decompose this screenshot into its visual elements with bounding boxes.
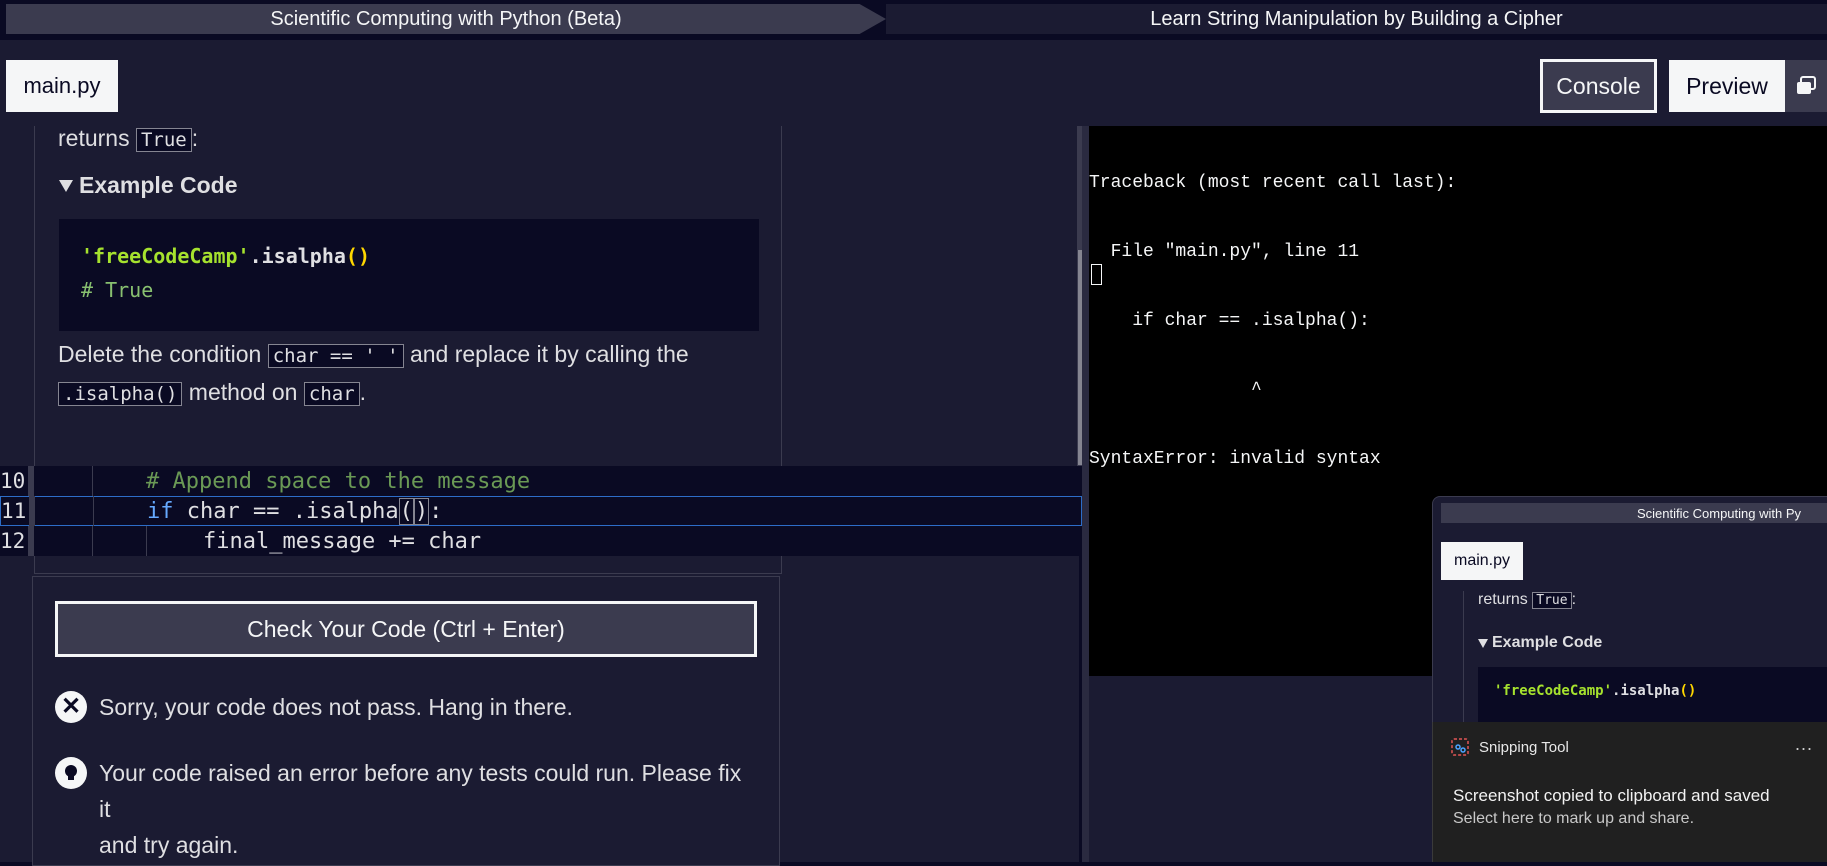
code-line-11[interactable]: 11 if char == .isalpha(): — [0, 496, 1082, 526]
fail-text: Sorry, your code does not pass. Hang in … — [99, 694, 573, 720]
fail-message: ✕ Sorry, your code does not pass. Hang i… — [55, 689, 573, 725]
breadcrumb: Scientific Computing with Python (Beta) … — [0, 0, 1827, 40]
hint-line-2: and try again. — [99, 832, 239, 858]
line-number: 12 — [0, 529, 26, 553]
para-text-1: Delete the condition — [58, 341, 262, 367]
line-gutter — [28, 466, 34, 496]
toast-body: Select here to mark up and share. — [1453, 810, 1695, 827]
thumbnail-code-block: 'freeCodeCamp'.isalpha() — [1478, 667, 1827, 722]
returns-prefix: returns — [58, 126, 130, 151]
toast-app-name: Snipping Tool — [1479, 738, 1569, 756]
hint-message: Your code raised an error before any tes… — [55, 755, 755, 863]
paren-close: ) — [413, 497, 430, 525]
file-tab-main-py[interactable]: main.py — [6, 60, 118, 112]
keyword-if: if — [147, 498, 174, 524]
para-code-char: char — [303, 382, 360, 406]
thumbnail-returns-value: True — [1532, 592, 1572, 609]
indent-guide — [92, 466, 93, 496]
code-editor[interactable]: 10 # Append space to the message 11 if c… — [0, 466, 1082, 556]
indent-guide — [146, 526, 147, 556]
snipping-tool-notification[interactable]: Snipping Tool ... Screenshot copied to c… — [1432, 722, 1827, 862]
example-code-heading: Example Code — [79, 172, 238, 198]
example-code-block: 'freeCodeCamp'.isalpha() # True — [59, 219, 759, 331]
code-line-10[interactable]: 10 # Append space to the message — [0, 466, 1082, 496]
close-circle-icon: ✕ — [55, 691, 87, 723]
code-colon: : — [429, 498, 443, 524]
para-code-isalpha: .isalpha() — [58, 382, 183, 406]
line-number: 11 — [1, 499, 27, 523]
pane-divider[interactable] — [1082, 126, 1089, 862]
example-code-line-1: 'freeCodeCamp'.isalpha() — [81, 239, 737, 273]
example-code-comment: # True — [81, 278, 154, 302]
popout-window-icon[interactable] — [1785, 60, 1827, 112]
console-text: Traceback (most recent call last): File … — [1089, 126, 1456, 517]
thumbnail-code-parens: () — [1679, 683, 1697, 699]
returns-value-code: True — [135, 128, 192, 152]
console-line: ^ — [1089, 380, 1262, 400]
example-code-toggle[interactable]: Example Code — [59, 172, 238, 199]
para-text-4: . — [359, 379, 367, 405]
indent-guide — [92, 526, 93, 556]
returns-suffix: : — [191, 126, 199, 151]
para-text-3: method on — [188, 379, 298, 405]
code-parens: () — [345, 244, 370, 268]
thumbnail-example-label: Example Code — [1492, 634, 1603, 651]
code-statement: final_message += char — [203, 528, 482, 554]
check-code-button[interactable]: Check Your Code (Ctrl + Enter) — [55, 601, 757, 657]
toast-app-header: Snipping Tool — [1451, 738, 1569, 756]
hint-text: Your code raised an error before any tes… — [99, 755, 755, 863]
lightbulb-icon — [55, 757, 87, 789]
preview-button[interactable]: Preview — [1669, 60, 1785, 112]
editor-toolbar: main.py Console Preview — [0, 40, 1827, 126]
breadcrumb-course[interactable]: Scientific Computing with Python (Beta) — [6, 4, 886, 34]
para-code-condition: char == ' ' — [267, 344, 404, 368]
line-number: 10 — [0, 469, 26, 493]
thumbnail-code-method: .isalpha — [1612, 683, 1680, 699]
more-options-icon[interactable]: ... — [1795, 734, 1813, 755]
thumbnail-returns: returns True: — [1478, 591, 1576, 609]
indent-guide — [93, 496, 94, 526]
console-cursor — [1091, 264, 1102, 285]
thumbnail-instructions: returns True: Example Code 'freeCodeCamp… — [1463, 591, 1827, 722]
test-panel: Check Your Code (Ctrl + Enter) ✕ Sorry, … — [32, 576, 780, 866]
console-button[interactable]: Console — [1540, 59, 1657, 113]
code-string: 'freeCodeCamp' — [81, 244, 250, 268]
thumbnail-example-heading: Example Code — [1478, 634, 1602, 652]
thumbnail-code-string: 'freeCodeCamp' — [1494, 683, 1613, 699]
code-statement: if char == .isalpha(): — [147, 497, 443, 525]
triangle-down-icon — [1478, 638, 1488, 648]
paren-open: ( — [398, 497, 414, 525]
code-method: .isalpha — [249, 244, 346, 268]
toast-title: Screenshot copied to clipboard and saved — [1453, 786, 1770, 805]
hint-line-1: Your code raised an error before any tes… — [99, 760, 742, 822]
line-gutter — [28, 526, 34, 556]
thumbnail-returns-suffix: : — [1571, 591, 1577, 608]
triangle-down-icon — [59, 179, 73, 192]
code-line-12[interactable]: 12 final_message += char — [0, 526, 1082, 556]
thumbnail-returns-prefix: returns — [1478, 591, 1528, 608]
console-line: File "main.py", line 11 — [1089, 242, 1360, 262]
console-line: Traceback (most recent call last): — [1089, 173, 1457, 193]
console-line: if char == .isalpha(): — [1089, 311, 1370, 331]
breadcrumb-project[interactable]: Learn String Manipulation by Building a … — [886, 4, 1827, 34]
para-text-2: and replace it by calling the — [409, 341, 689, 367]
instruction-paragraph: Delete the condition char == ' ' and rep… — [58, 336, 758, 412]
returns-text: returns True: — [58, 126, 198, 158]
thumbnail-file-tab: main.py — [1441, 542, 1523, 580]
line-gutter — [29, 496, 35, 526]
screenshot-thumbnail[interactable]: Scientific Computing with Py main.py ret… — [1432, 496, 1827, 722]
code-comment: # Append space to the message — [146, 468, 531, 494]
thumbnail-breadcrumb: Scientific Computing with Py — [1441, 503, 1827, 523]
console-line: SyntaxError: invalid syntax — [1089, 449, 1381, 469]
code-condition: char == .isalpha — [173, 498, 399, 524]
snipping-tool-icon — [1451, 738, 1469, 756]
